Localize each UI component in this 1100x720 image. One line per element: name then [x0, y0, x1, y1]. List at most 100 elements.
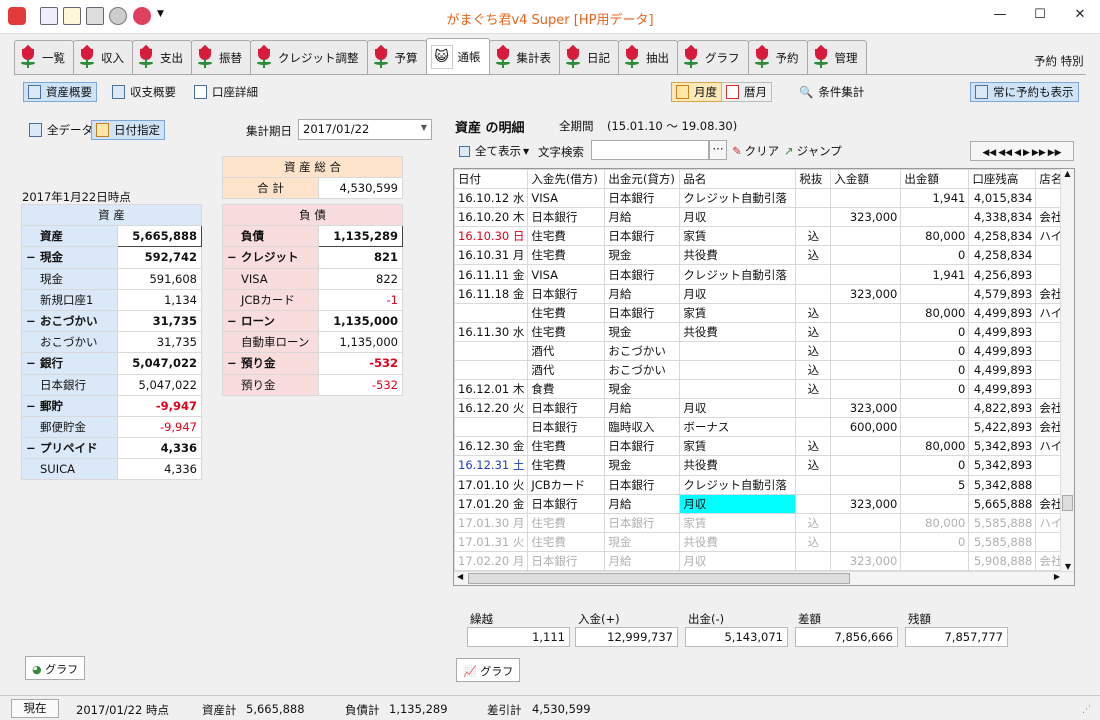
cell-balance[interactable]: 4,499,893 [968, 340, 1037, 361]
cell-from[interactable]: 月給 [604, 283, 681, 304]
cell-item[interactable]: クレジット自動引落 [679, 188, 797, 209]
cell-in[interactable] [830, 359, 902, 381]
cell-tax[interactable] [795, 474, 832, 495]
month-button[interactable]: 月度 [671, 82, 722, 102]
tab-9[interactable]: 抽出 [618, 40, 678, 74]
cell-to[interactable]: 日本銀行 [527, 207, 606, 228]
cell-from[interactable]: 現金 [604, 321, 681, 342]
cell-item[interactable]: 家賃 [679, 226, 797, 247]
column-header[interactable]: 入金額 [830, 169, 902, 190]
cell-out[interactable]: 0 [900, 379, 970, 400]
cell-item[interactable] [679, 379, 797, 400]
cell-tax[interactable]: 込 [795, 531, 832, 552]
cell-balance[interactable]: 5,665,888 [968, 493, 1037, 514]
cell-to[interactable]: 酒代 [527, 359, 606, 381]
cell-in[interactable] [830, 302, 902, 323]
liabilities-row[interactable]: − クレジット 821 [222, 246, 403, 269]
cell-item[interactable] [679, 359, 797, 381]
printer-icon[interactable] [86, 7, 104, 25]
cell-from[interactable]: 現金 [604, 379, 681, 400]
cell-in[interactable] [830, 436, 902, 457]
assets-row[interactable]: − 銀行 5,047,022 [21, 352, 202, 375]
cell-in[interactable] [830, 226, 902, 247]
tab-4[interactable]: クレジット調整 [250, 40, 368, 74]
cell-out[interactable]: 0 [900, 531, 970, 552]
cell-to[interactable]: JCBカード [527, 474, 606, 495]
table-row[interactable]: 16.11.18 金日本銀行 月給 月収 323,000 4,579,893 会社 [454, 283, 1067, 304]
cell-in[interactable]: 323,000 [830, 398, 902, 419]
assets-row[interactable]: − 現金 592,742 [21, 246, 202, 269]
column-header[interactable]: 出金額 [900, 169, 970, 190]
cell-date[interactable]: 16.11.30 水 [454, 321, 529, 342]
resize-grip-icon[interactable]: ⋰ [1082, 705, 1091, 715]
liabilities-row[interactable]: 預り金 -532 [222, 373, 403, 396]
show-all-button[interactable]: 全て表示 ▼ [455, 141, 533, 161]
cell-date[interactable]: 16.12.20 火 [454, 398, 529, 419]
column-header[interactable]: 税抜 [795, 169, 832, 190]
cell-date[interactable]: 16.10.12 水 [454, 188, 529, 209]
horizontal-scrollbar[interactable]: ◀ ▶ [454, 571, 1074, 585]
cell-tax[interactable]: 込 [795, 512, 832, 533]
cell-out[interactable]: 0 [900, 455, 970, 476]
cell-item[interactable]: 共役費 [679, 455, 797, 476]
table-row[interactable]: 16.10.30 日住宅費 日本銀行 家賃込 80,000 4,258,834 ハイ [454, 226, 1067, 247]
cell-in[interactable]: 323,000 [830, 283, 902, 304]
clear-button[interactable]: ✎ クリア [728, 141, 783, 161]
cell-balance[interactable]: 5,585,888 [968, 512, 1037, 533]
column-header[interactable]: 口座残高 [968, 169, 1037, 190]
cell-in[interactable] [830, 264, 902, 285]
cell-balance[interactable]: 4,258,834 [968, 245, 1037, 266]
cell-item[interactable]: 月収 [679, 493, 797, 514]
cell-balance[interactable]: 5,422,893 [968, 417, 1037, 438]
cell-from[interactable]: おこづかい [604, 340, 681, 361]
tab-6[interactable]: 😺 通帳 [425, 38, 490, 74]
liabilities-row[interactable]: 負債 1,135,289 [222, 225, 403, 248]
date-spec-button[interactable]: 日付指定 [91, 120, 165, 140]
record-icon[interactable] [133, 7, 151, 25]
cell-to[interactable]: VISA [527, 264, 606, 285]
tab-5[interactable]: 予算 [366, 40, 427, 74]
cell-item[interactable]: クレジット自動引落 [679, 264, 797, 285]
cell-date[interactable]: 17.01.31 火 [454, 531, 529, 552]
cell-date[interactable] [454, 417, 529, 438]
balance-summary-button[interactable]: 収支概要 [108, 82, 180, 102]
cell-tax[interactable] [795, 283, 832, 304]
tab-3[interactable]: 振替 [191, 40, 251, 74]
cell-out[interactable]: 0 [900, 340, 970, 361]
cell-balance[interactable]: 4,579,893 [968, 283, 1037, 304]
cell-out[interactable] [900, 283, 970, 304]
cell-tax[interactable]: 込 [795, 226, 832, 247]
cell-item[interactable]: 共役費 [679, 531, 797, 552]
cell-tax[interactable] [795, 264, 832, 285]
liabilities-row[interactable]: 自動車ローン 1,135,000 [222, 331, 403, 354]
cell-out[interactable] [900, 417, 970, 438]
account-detail-button[interactable]: 口座詳細 [190, 82, 262, 102]
cell-out[interactable]: 0 [900, 321, 970, 342]
qat-dropdown-icon[interactable]: ▼ [157, 9, 164, 19]
cell-out[interactable] [900, 398, 970, 419]
cell-tax[interactable]: 込 [795, 245, 832, 266]
table-row[interactable]: 16.12.30 金住宅費 日本銀行 家賃込 80,000 5,342,893 ハイ [454, 436, 1067, 457]
gear-icon[interactable] [109, 7, 127, 25]
cell-balance[interactable]: 5,585,888 [968, 531, 1037, 552]
cell-date[interactable]: 17.01.10 火 [454, 474, 529, 495]
cell-date[interactable]: 16.12.31 土 [454, 455, 529, 476]
calculator-icon[interactable] [40, 7, 58, 25]
tab-2[interactable]: 支出 [132, 40, 192, 74]
cell-tax[interactable] [795, 398, 832, 419]
cell-balance[interactable]: 5,342,893 [968, 455, 1037, 476]
cell-out[interactable]: 1,941 [900, 264, 970, 285]
cell-in[interactable] [830, 474, 902, 495]
cell-tax[interactable] [795, 188, 832, 209]
table-row[interactable]: 住宅費 日本銀行 家賃込 80,000 4,499,893 ハイ [454, 302, 1067, 323]
cell-balance[interactable]: 5,342,893 [968, 436, 1037, 457]
scroll-right-icon[interactable]: ▶ [1054, 572, 1060, 581]
cell-date[interactable]: 16.10.30 日 [454, 226, 529, 247]
now-button[interactable]: 現在 [11, 699, 59, 718]
assets-row[interactable]: 現金 591,608 [21, 267, 202, 290]
table-row[interactable]: 17.02.20 月日本銀行 月給 月収 323,000 5,908,888 会社 [454, 550, 1067, 571]
cell-balance[interactable]: 4,822,893 [968, 398, 1037, 419]
cell-item[interactable]: 共役費 [679, 245, 797, 266]
table-row[interactable]: 16.10.12 水 VISA 日本銀行 クレジット自動引落 1,941 4,015,83… [454, 188, 1067, 209]
cell-tax[interactable]: 込 [795, 302, 832, 323]
